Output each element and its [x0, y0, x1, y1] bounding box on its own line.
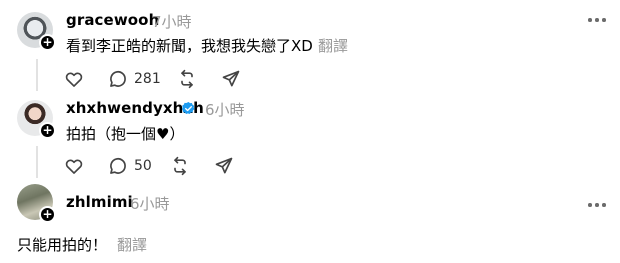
like-button[interactable]	[64, 156, 84, 176]
comment-icon	[110, 70, 126, 87]
username[interactable]: gracewooh	[66, 11, 159, 29]
post-text: 只能用拍的！	[17, 236, 108, 254]
heart-icon	[65, 159, 83, 174]
thread-line	[36, 146, 38, 178]
repost-icon	[174, 156, 186, 176]
verified-badge-icon	[181, 101, 195, 114]
more-options-button[interactable]	[588, 199, 610, 211]
share-button[interactable]	[221, 69, 241, 89]
timestamp[interactable]: 6小時	[205, 99, 245, 120]
like-button[interactable]	[64, 69, 84, 89]
reply-count: 281	[134, 71, 161, 87]
repost-button[interactable]	[177, 69, 197, 89]
reply-count: 50	[134, 158, 152, 174]
post-text: 拍拍（抱一個♥）	[66, 125, 185, 143]
username[interactable]: zhlmimi	[66, 193, 133, 211]
translate-link[interactable]: 翻譯	[318, 35, 348, 56]
repost-icon	[181, 69, 193, 89]
more-dot	[588, 203, 592, 207]
follow-plus-icon[interactable]: +	[39, 206, 56, 223]
avatar-gracewooh[interactable]: +	[17, 12, 56, 51]
more-options-button[interactable]	[588, 14, 610, 26]
more-dot	[588, 18, 592, 22]
translate-link[interactable]: 翻譯	[117, 234, 147, 255]
heart-icon	[65, 72, 83, 87]
repost-button[interactable]	[170, 156, 190, 176]
more-dot	[595, 203, 599, 207]
post-text: 看到李正皓的新聞，我想我失戀了XD	[66, 37, 313, 55]
avatar-zhlmimi[interactable]: +	[17, 184, 56, 223]
avatar-xhxhwendyxhxh[interactable]: +	[17, 100, 56, 139]
share-icon	[215, 157, 233, 174]
more-dot	[595, 18, 599, 22]
reply-button[interactable]: 50	[108, 156, 152, 176]
reply-button[interactable]: 281	[108, 69, 161, 89]
follow-plus-icon[interactable]: +	[39, 34, 56, 51]
more-dot	[602, 203, 606, 207]
timestamp[interactable]: 7小時	[152, 11, 192, 32]
share-icon	[222, 70, 240, 87]
more-dot	[602, 18, 606, 22]
follow-plus-icon[interactable]: +	[39, 122, 56, 139]
share-button[interactable]	[214, 156, 234, 176]
timestamp[interactable]: 6小時	[130, 193, 170, 214]
thread-line	[36, 59, 38, 91]
comment-icon	[110, 157, 126, 174]
